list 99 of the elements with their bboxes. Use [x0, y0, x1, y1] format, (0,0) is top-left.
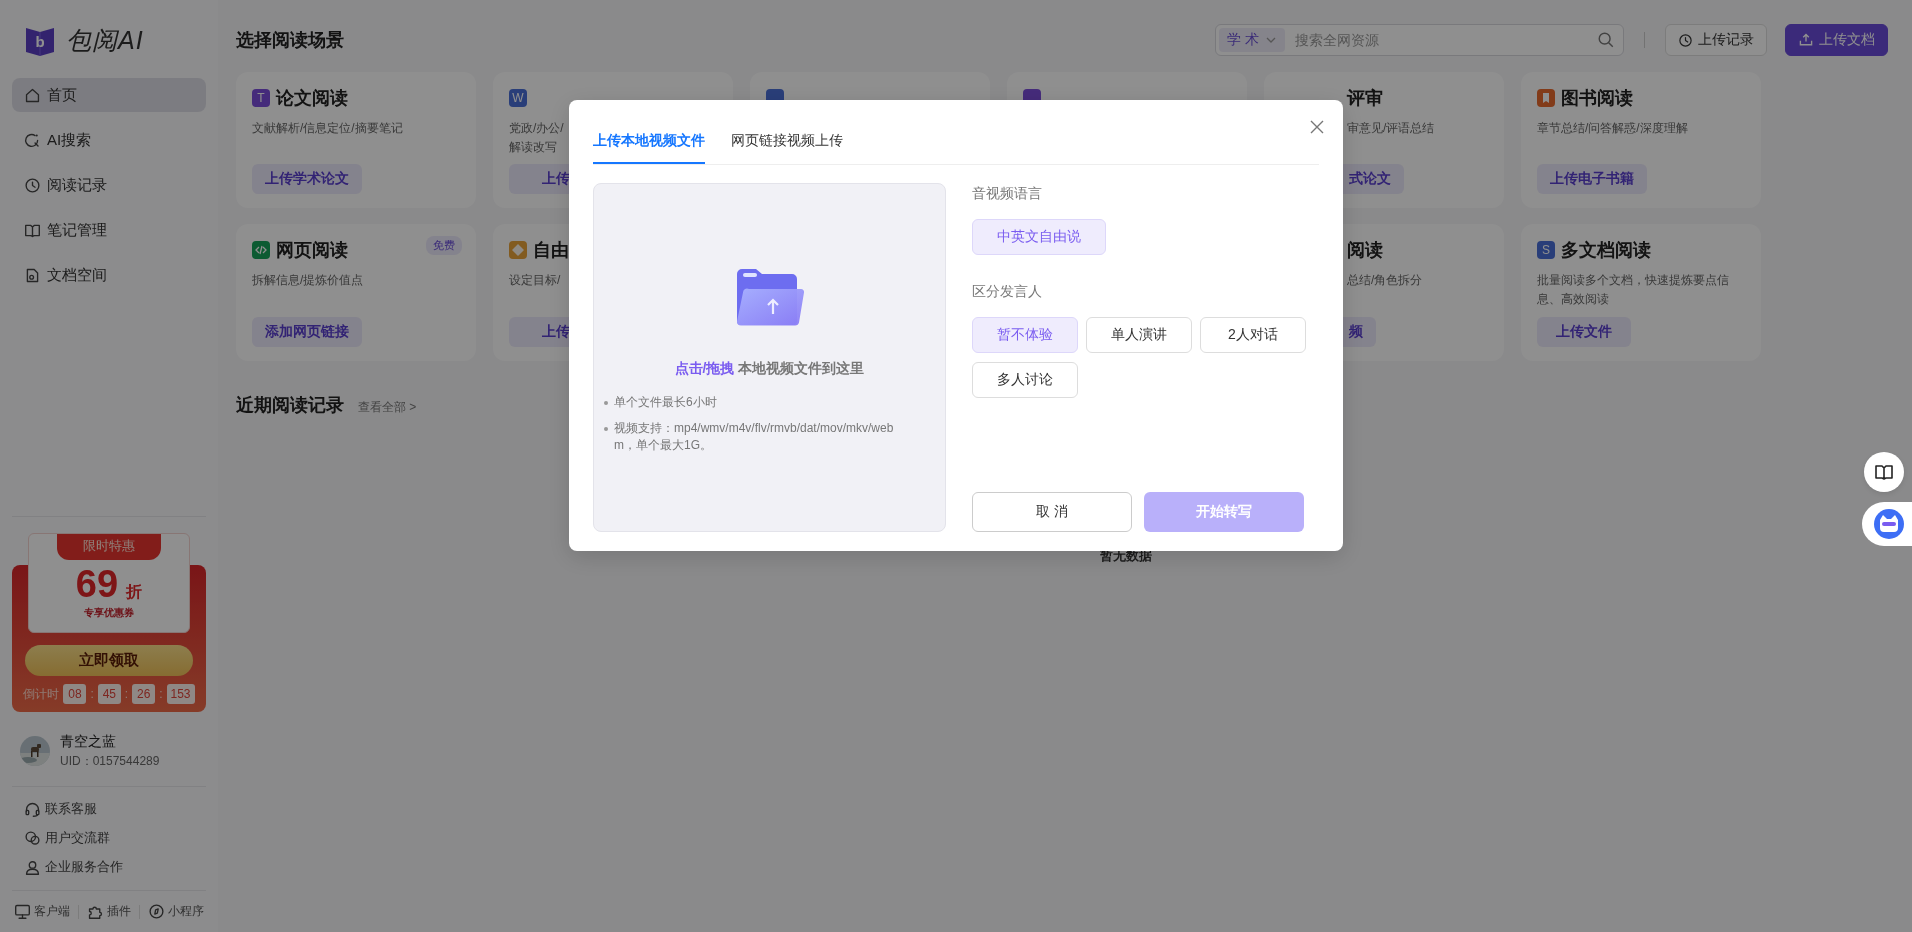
option-group-label: 区分发言人 — [972, 283, 1042, 299]
drop-hint: 点击/拖拽 本地视频文件到这里 — [674, 360, 865, 378]
upload-button[interactable]: 上传学术论文 — [252, 164, 362, 194]
page-title: 选择阅读场景 — [236, 29, 345, 52]
option-chip[interactable]: 多人讨论 — [972, 362, 1078, 398]
view-all-link[interactable]: 查看全部 > — [358, 399, 417, 416]
diamond-icon — [509, 241, 527, 259]
ribbon-label: 限时特惠 — [57, 534, 161, 560]
compass-icon — [148, 903, 165, 920]
letter-icon: S — [1537, 241, 1555, 259]
option-chip[interactable]: 2人对话 — [1200, 317, 1306, 353]
discount-number: 69 — [75, 562, 119, 606]
card-title: 图书阅读 — [1561, 87, 1633, 110]
countdown-label: 倒计时 — [23, 685, 60, 703]
upload-document-button[interactable]: 上传文档 — [1785, 24, 1888, 56]
robot-icon — [1873, 508, 1905, 540]
sidebar-link[interactable]: 联系客服 — [24, 800, 194, 818]
monitor-icon — [14, 903, 31, 920]
person-icon — [24, 858, 41, 876]
card-description: 文献解析/信息定位/摘要笔记 — [252, 121, 403, 135]
card-description: 批量阅读多个文档，快速提炼要点信息、高效阅读 — [1537, 273, 1729, 306]
countdown-separator: : — [90, 687, 94, 701]
option-chip[interactable]: 单人演讲 — [1086, 317, 1192, 353]
card-description: 审意见/评语总结 — [1347, 121, 1435, 135]
option-chip[interactable]: 暂不体验 — [972, 317, 1078, 353]
footer-link[interactable]: 小程序 — [148, 903, 204, 920]
sidebar-link[interactable]: 用户交流群 — [24, 829, 194, 847]
card-title: 评审 — [1347, 87, 1383, 110]
bookmark-icon — [1537, 89, 1555, 107]
section-title: 近期阅读记录 — [236, 394, 344, 417]
scene-card[interactable]: 图书阅读 章节总结/问答解惑/深度理解 上传电子书籍 — [1521, 72, 1761, 208]
card-description: 解读改写 — [509, 140, 557, 154]
option-chip[interactable]: 中英文自由说 — [972, 219, 1106, 255]
search-icon — [24, 131, 41, 149]
file-drop-zone[interactable]: 点击/拖拽 本地视频文件到这里 单个文件最长6小时 视频支持：mp4/wmv/m4v/flv/rmvb/dat/mov/mkv/webm，单个最大1G。 — [593, 183, 946, 532]
card-description: 党政/办公/ — [509, 121, 564, 135]
coupon-subtitle: 专享优惠券 — [84, 606, 134, 620]
upload-note: 视频支持：mp4/wmv/m4v/flv/rmvb/dat/mov/mkv/webm，单个最大1G。 — [614, 420, 895, 454]
close-icon — [1309, 119, 1325, 135]
card-title: 多文档阅读 — [1561, 239, 1651, 262]
headset-icon — [24, 800, 41, 818]
card-description: 拆解信息/提炼价值点 — [252, 273, 364, 287]
card-description: 设定目标/ — [509, 273, 561, 287]
countdown-separator: : — [124, 687, 129, 701]
upload-button[interactable]: 上传电子书籍 — [1537, 164, 1647, 194]
upload-note: 单个文件最长6小时 — [614, 394, 718, 411]
assistant-button[interactable] — [1862, 502, 1912, 546]
cancel-button[interactable]: 取 消 — [972, 492, 1132, 532]
nav-item[interactable]: 阅读记录 — [12, 168, 206, 202]
scene-card[interactable]: 网页阅读 免费 拆解信息/提炼价值点 添加网页链接 — [236, 224, 476, 361]
folder-upload-icon — [734, 268, 805, 326]
nav-item[interactable]: AI搜索 — [12, 123, 206, 157]
countdown-value: 26 — [132, 684, 156, 704]
search-icon — [1597, 31, 1615, 49]
upload-button[interactable]: 添加网页链接 — [252, 317, 362, 347]
brand-name: 包阅AI — [66, 24, 144, 56]
countdown-value: 153 — [166, 684, 195, 704]
clock-icon — [24, 176, 41, 194]
nav-item[interactable]: 文档空间 — [12, 258, 206, 292]
close-button[interactable] — [1309, 119, 1325, 135]
card-title: 论文阅读 — [276, 87, 348, 110]
card-description: 总结/角色拆分 — [1347, 273, 1423, 287]
footer-link[interactable]: 客户端 — [14, 903, 70, 920]
book-button[interactable] — [1864, 452, 1904, 492]
claim-button[interactable]: 立即领取 — [25, 645, 193, 676]
upload-history-button[interactable]: 上传记录 — [1665, 24, 1767, 56]
footer-link[interactable]: 插件 — [87, 903, 131, 920]
home-icon — [24, 86, 41, 104]
card-description: 章节总结/问答解惑/深度理解 — [1537, 121, 1688, 135]
discount-unit: 折 — [126, 582, 143, 602]
sidebar-link[interactable]: 企业服务合作 — [24, 858, 194, 876]
clock-icon — [1678, 32, 1693, 48]
card-title: 自由 — [533, 239, 569, 262]
code-icon — [252, 241, 270, 259]
option-group-label: 音视频语言 — [972, 185, 1042, 201]
countdown-value: 08 — [63, 684, 87, 704]
countdown-value: 45 — [97, 684, 121, 704]
upload-icon — [1798, 32, 1814, 48]
book-icon — [1874, 462, 1894, 482]
user-id: UID：0157544289 — [60, 754, 160, 768]
bullet-icon — [604, 427, 608, 431]
card-title: 阅读 — [1347, 239, 1383, 262]
chat-icon — [24, 829, 41, 847]
upload-button[interactable]: 上传文件 — [1537, 317, 1631, 347]
scope-dropdown[interactable]: 学 术 — [1219, 28, 1285, 52]
scene-card[interactable]: S 多文档阅读 批量阅读多个文档，快速提炼要点信息、高效阅读 上传文件 — [1521, 224, 1761, 361]
bullet-icon — [604, 401, 608, 405]
document-icon — [24, 266, 41, 284]
scene-card[interactable]: T 论文阅读 文献解析/信息定位/摘要笔记 上传学术论文 — [236, 72, 476, 208]
letter-icon: T — [252, 89, 270, 107]
countdown-separator: : — [159, 687, 163, 701]
card-title: 网页阅读 — [276, 239, 348, 262]
nav-item[interactable]: 首页 — [12, 78, 206, 112]
user-name: 青空之蓝 — [60, 733, 116, 749]
letter-icon: W — [509, 89, 527, 107]
free-badge: 免费 — [426, 236, 462, 255]
tab[interactable]: 网页链接视频上传 — [731, 131, 843, 164]
nav-item[interactable]: 笔记管理 — [12, 213, 206, 247]
tab[interactable]: 上传本地视频文件 — [593, 131, 705, 164]
